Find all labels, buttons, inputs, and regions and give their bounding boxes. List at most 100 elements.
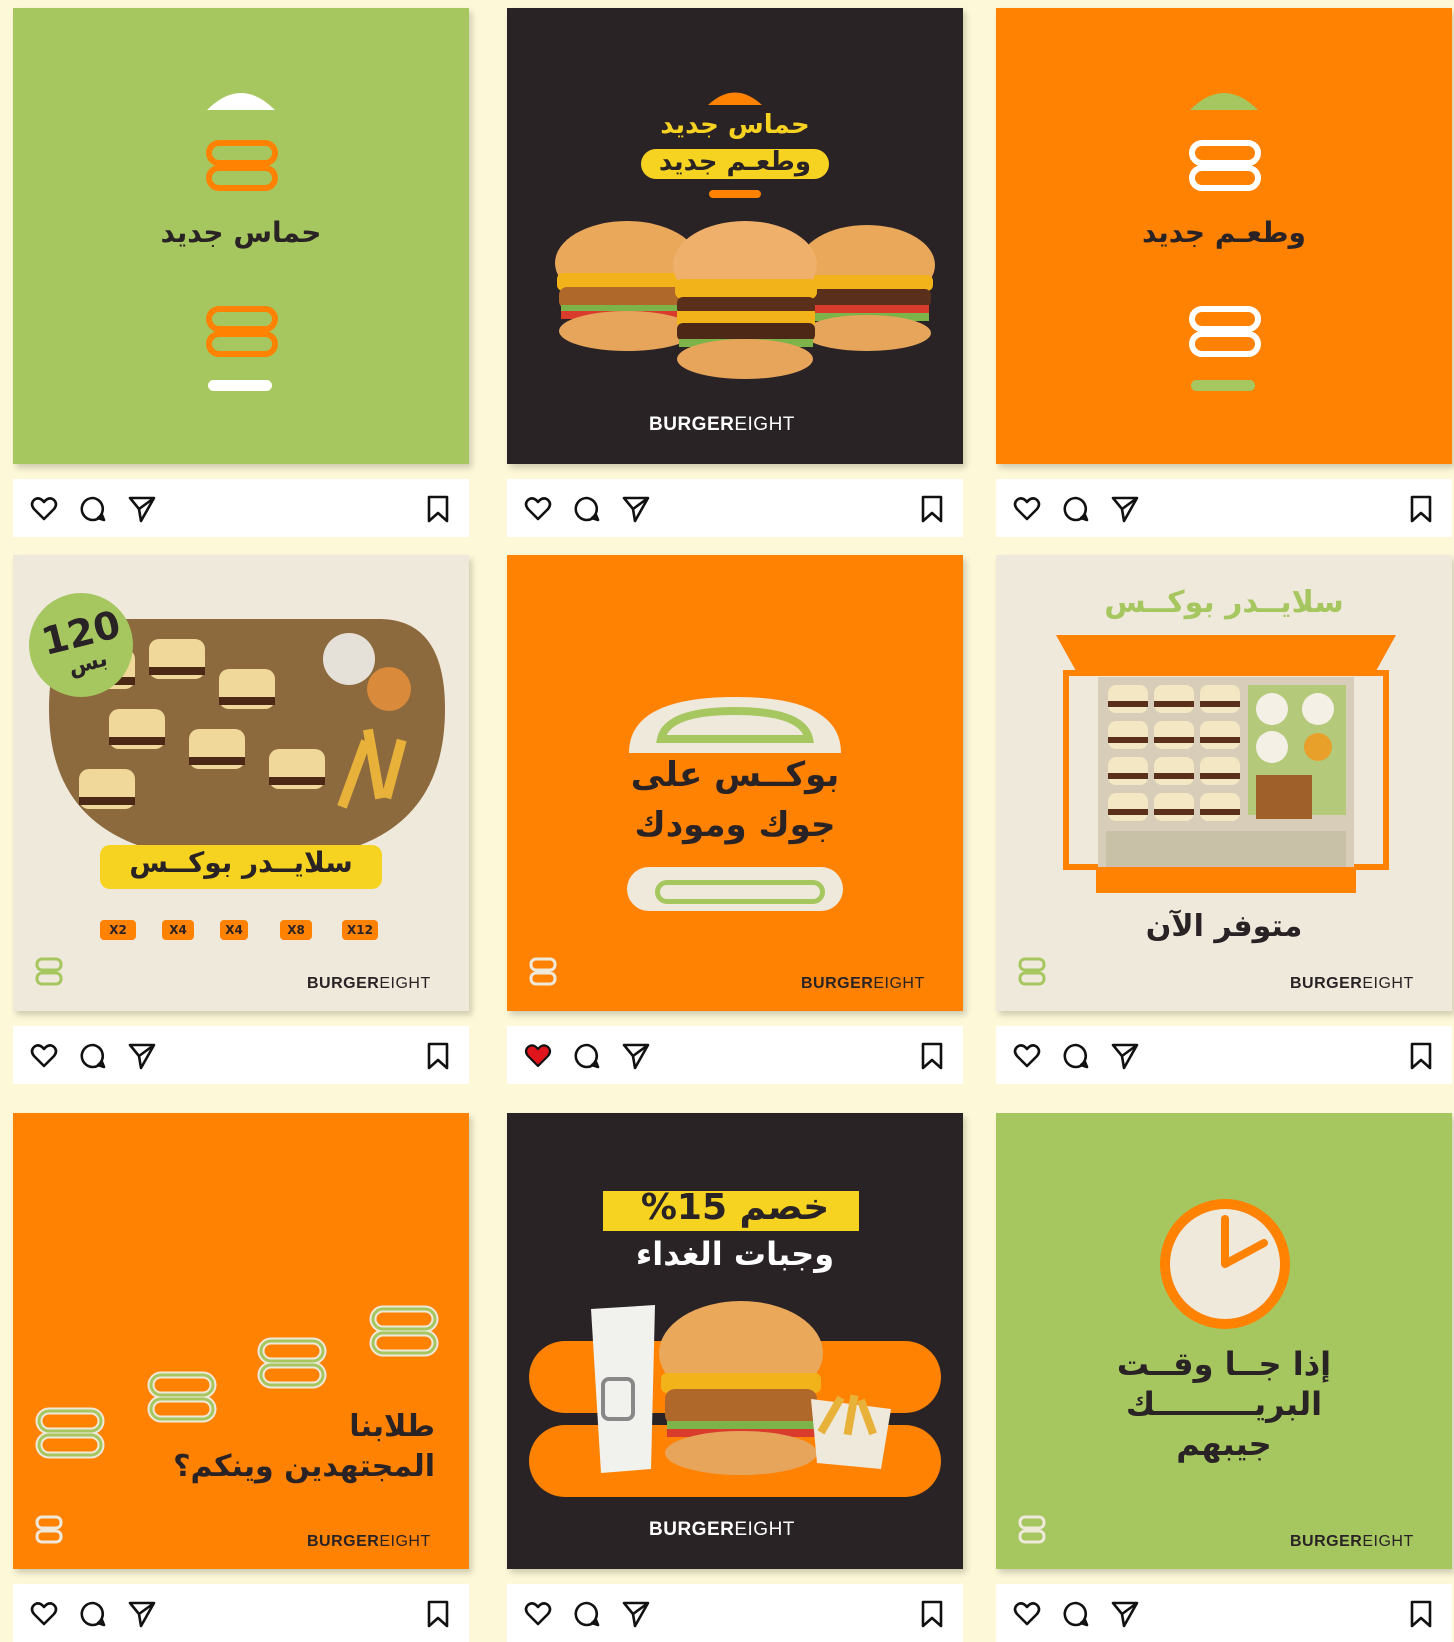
bookmark-icon[interactable] xyxy=(917,1599,947,1629)
bookmark-icon[interactable] xyxy=(917,1041,947,1071)
post-line-2: المجتهدين وينكم؟ xyxy=(173,1449,435,1484)
bookmark-icon[interactable] xyxy=(423,1041,453,1071)
bun-bottom-shape xyxy=(208,380,272,391)
brand-wordmark: BURGEREIGHT xyxy=(649,414,795,435)
comment-icon[interactable] xyxy=(1061,494,1091,524)
bookmark-icon[interactable] xyxy=(1406,1599,1436,1629)
post-image-1[interactable]: حماس جديد xyxy=(13,8,469,464)
post-1: حماس جديد xyxy=(13,8,469,537)
bookmark-icon[interactable] xyxy=(1406,1041,1436,1071)
post-actions xyxy=(507,1584,963,1642)
burgers-photo xyxy=(555,221,935,379)
post-actions xyxy=(996,1584,1452,1642)
post-subtitle: وجبات الغداء xyxy=(635,1235,835,1273)
heart-icon[interactable] xyxy=(1012,494,1042,524)
post-caption: متوفر الآن xyxy=(1145,909,1303,944)
post-3: وطعـم جديد xyxy=(996,8,1452,537)
heart-icon[interactable] xyxy=(1012,1041,1042,1071)
comment-icon[interactable] xyxy=(1061,1041,1091,1071)
burger-logo-icon xyxy=(35,1515,63,1544)
post-actions xyxy=(13,479,469,537)
post-line-1: بوكــس على xyxy=(630,755,840,795)
comment-icon[interactable] xyxy=(572,1041,602,1071)
open-box-photo xyxy=(1056,635,1396,893)
brand-wordmark: BURGEREIGHT xyxy=(307,975,431,992)
bookmark-icon[interactable] xyxy=(917,494,947,524)
bun-top-shape xyxy=(708,92,762,105)
post-actions xyxy=(996,479,1452,537)
send-icon[interactable] xyxy=(1110,1599,1140,1629)
heart-icon-liked[interactable] xyxy=(523,1041,553,1071)
size-x12: X12 xyxy=(342,920,378,940)
size-x8: X8 xyxy=(280,920,312,940)
comment-icon[interactable] xyxy=(1061,1599,1091,1629)
bun-bottom-shape xyxy=(709,190,761,198)
send-icon[interactable] xyxy=(127,1599,157,1629)
send-icon[interactable] xyxy=(1110,494,1140,524)
send-icon[interactable] xyxy=(127,1041,157,1071)
comment-icon[interactable] xyxy=(78,1599,108,1629)
send-icon[interactable] xyxy=(621,1599,651,1629)
comment-icon[interactable] xyxy=(78,494,108,524)
post-5: بوكــس على جوك ومودك BURGEREIGHT xyxy=(507,555,963,1084)
heart-icon[interactable] xyxy=(1012,1599,1042,1629)
size-x2: X2 xyxy=(100,920,136,940)
size-x4: X4 xyxy=(162,920,194,940)
burger-logo-icon xyxy=(529,957,557,986)
send-icon[interactable] xyxy=(621,1041,651,1071)
heart-icon[interactable] xyxy=(29,1599,59,1629)
bun-top-shape xyxy=(207,93,275,110)
post-line-1: حماس جديد xyxy=(660,110,810,140)
post-8: خصم 15% وجبات الغداء BURGEREIGHT xyxy=(507,1113,963,1642)
post-line-1: إذا جــا وقــت xyxy=(1116,1345,1332,1383)
post-image-5[interactable]: بوكــس على جوك ومودك BURGEREIGHT xyxy=(507,555,963,1011)
post-actions xyxy=(507,1026,963,1084)
comment-icon[interactable] xyxy=(572,494,602,524)
heart-icon[interactable] xyxy=(29,494,59,524)
post-title: سلايــدر بوكــس xyxy=(1104,585,1344,620)
burger-logo-icon xyxy=(1189,140,1261,191)
burger-logo-icon xyxy=(1189,306,1261,357)
post-image-4[interactable]: 120 بس سلايــدر بوكــس X2 X4 X4 X8 X12 B… xyxy=(13,555,469,1011)
send-icon[interactable] xyxy=(621,494,651,524)
post-line-3: جيبهم xyxy=(1176,1425,1272,1463)
bookmark-icon[interactable] xyxy=(423,494,453,524)
post-9: إذا جــا وقــت البريـــــــــك جيبهم BUR… xyxy=(996,1113,1452,1642)
post-actions xyxy=(996,1026,1452,1084)
post-image-3[interactable]: وطعـم جديد xyxy=(996,8,1452,464)
send-icon[interactable] xyxy=(1110,1041,1140,1071)
post-image-8[interactable]: خصم 15% وجبات الغداء BURGEREIGHT xyxy=(507,1113,963,1569)
burger-logo-icon xyxy=(1018,957,1046,986)
post-image-7[interactable]: طلابنا المجتهدين وينكم؟ BURGEREIGHT xyxy=(13,1113,469,1569)
bookmark-icon[interactable] xyxy=(1406,494,1436,524)
heart-icon[interactable] xyxy=(523,494,553,524)
post-image-6[interactable]: سلايــدر بوكــس متوفر الآن BURGEREIGHT xyxy=(996,555,1452,1011)
heart-icon[interactable] xyxy=(29,1041,59,1071)
heart-icon[interactable] xyxy=(523,1599,553,1629)
brand-wordmark: BURGEREIGHT xyxy=(1290,975,1414,992)
post-image-2[interactable]: حماس جديد وطعـم جديد BURGEREIGHT xyxy=(507,8,963,464)
post-actions xyxy=(507,479,963,537)
post-line-1: طلابنا xyxy=(349,1409,435,1444)
discount-badge: خصم 15% xyxy=(640,1187,830,1228)
bun-top-shape xyxy=(1190,93,1258,110)
comment-icon[interactable] xyxy=(572,1599,602,1629)
burger-logo-icon xyxy=(206,140,278,191)
send-icon[interactable] xyxy=(127,494,157,524)
bun-bottom-shape xyxy=(627,867,843,911)
brand-wordmark: BURGEREIGHT xyxy=(307,1533,431,1550)
meal-photo xyxy=(591,1301,891,1475)
brand-wordmark: BURGEREIGHT xyxy=(649,1519,795,1540)
burger-logo-icon xyxy=(206,306,278,357)
post-actions xyxy=(13,1584,469,1642)
clock-icon xyxy=(1160,1199,1290,1329)
post-2: حماس جديد وطعـم جديد BURGEREIGHT xyxy=(507,8,963,537)
post-headline: وطعـم جديد xyxy=(1142,216,1306,249)
comment-icon[interactable] xyxy=(78,1041,108,1071)
brand-wordmark: BURGEREIGHT xyxy=(1290,1533,1414,1550)
bookmark-icon[interactable] xyxy=(423,1599,453,1629)
bun-top-shape xyxy=(629,697,841,753)
post-4: 120 بس سلايــدر بوكــس X2 X4 X4 X8 X12 B… xyxy=(13,555,469,1084)
post-image-9[interactable]: إذا جــا وقــت البريـــــــــك جيبهم BUR… xyxy=(996,1113,1452,1569)
post-line-2: البريـــــــــك xyxy=(1125,1385,1323,1423)
